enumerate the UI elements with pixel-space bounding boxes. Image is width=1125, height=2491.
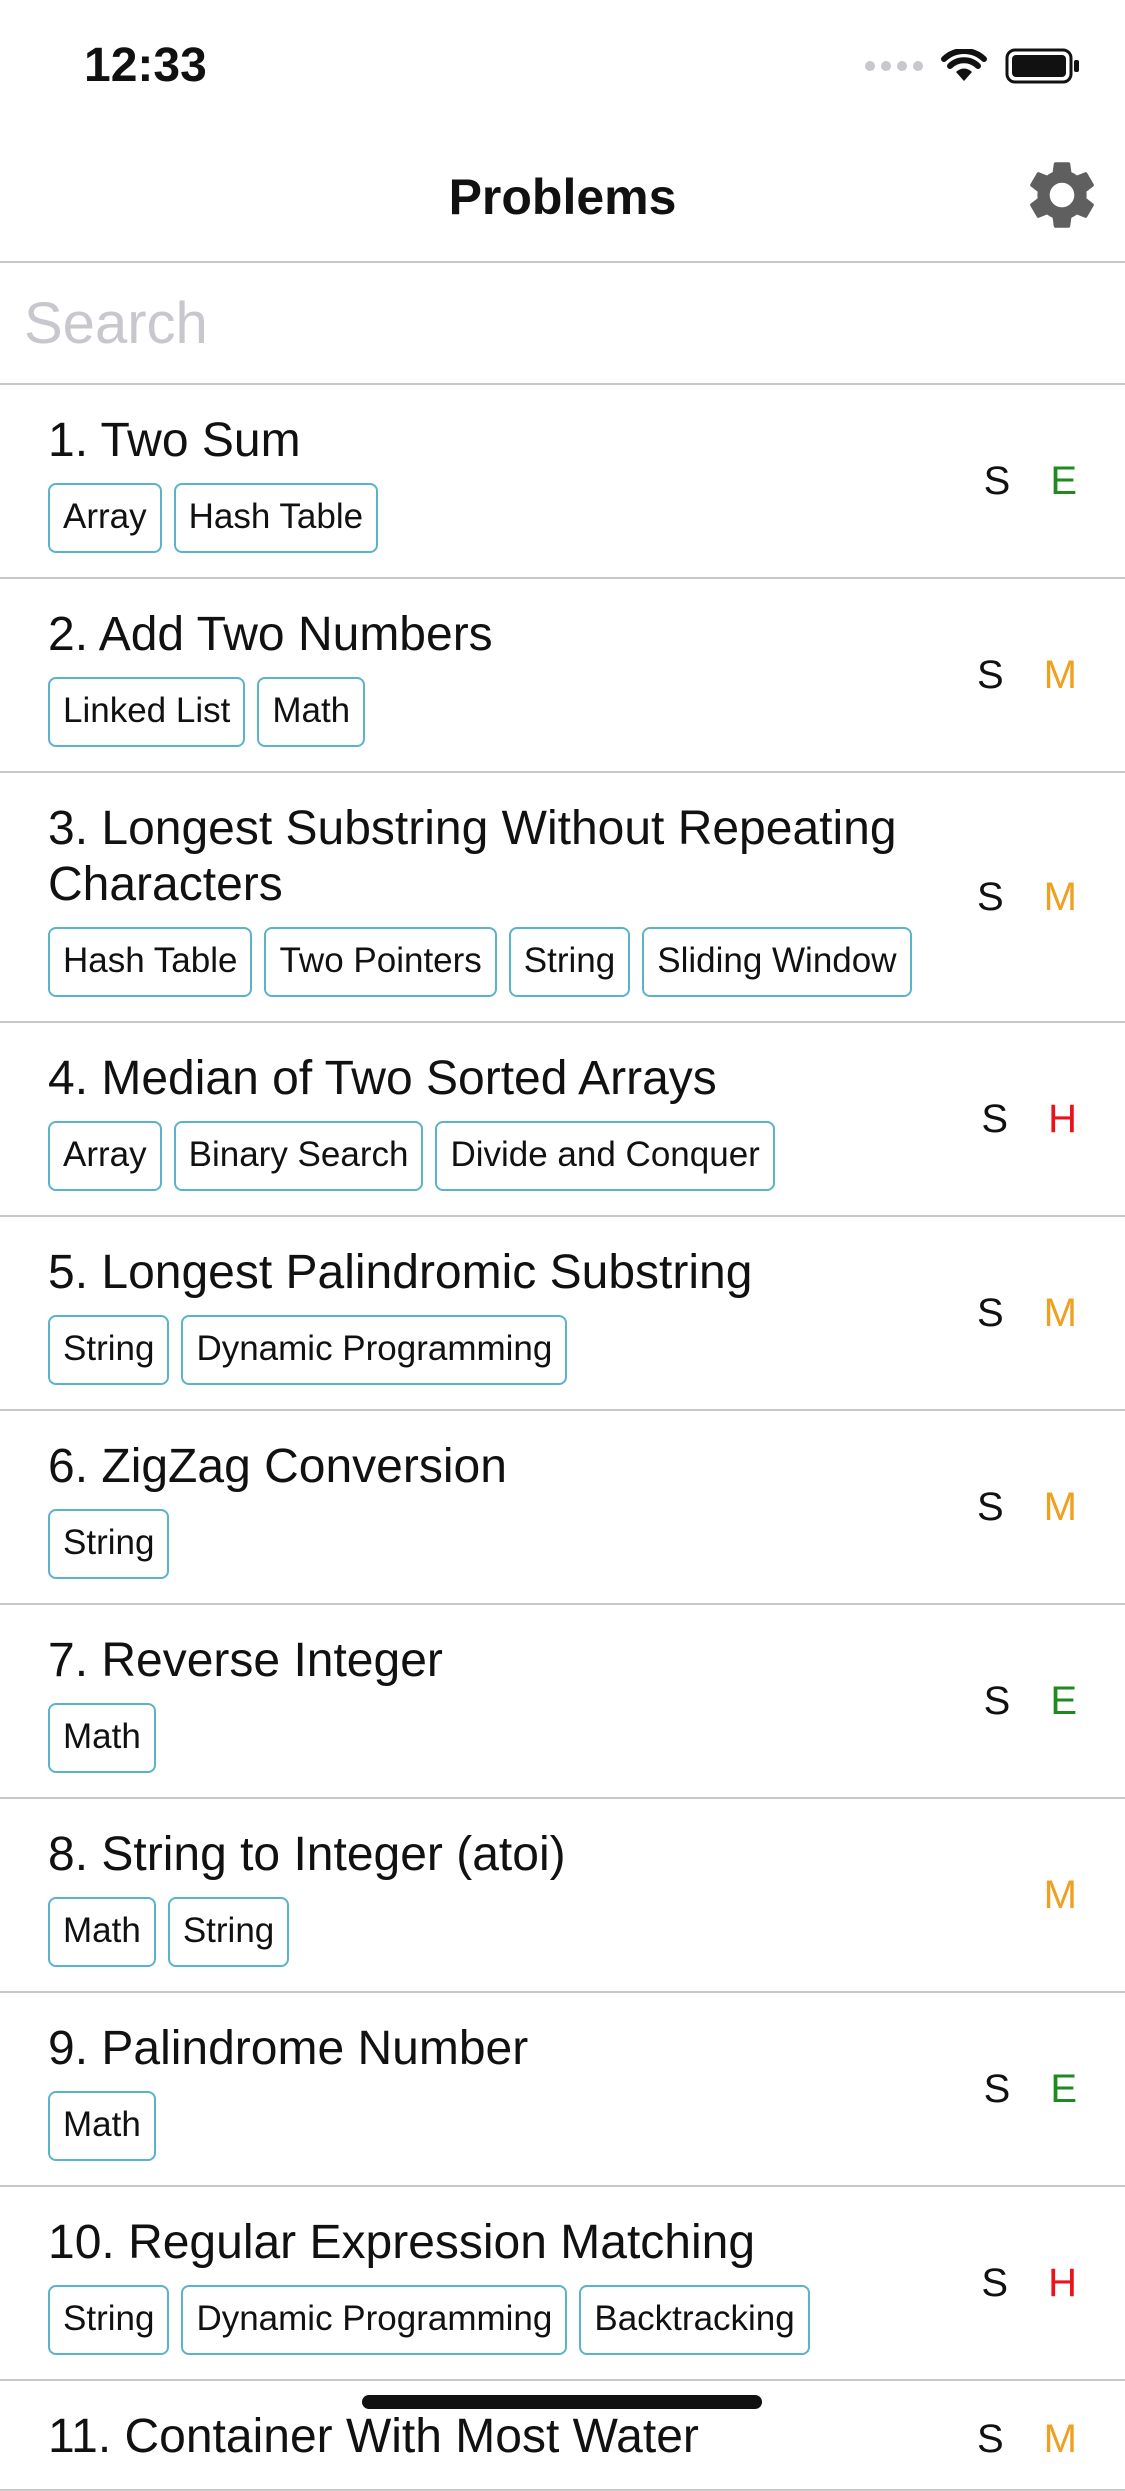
tag-list: Linked List Math — [48, 677, 925, 747]
search-bar — [0, 263, 1125, 385]
problem-title: 5. Longest Palindromic Substring — [48, 1246, 753, 1299]
problem-title: 1. Two Sum — [48, 414, 301, 467]
settings-button[interactable] — [1017, 150, 1107, 240]
topic-tag[interactable]: Sliding Window — [642, 927, 912, 997]
topic-tag[interactable]: Backtracking — [579, 2285, 810, 2355]
problem-status: M — [1004, 1799, 1077, 1991]
solved-indicator: S — [976, 652, 1004, 697]
problem-title: 9. Palindrome Number — [48, 2022, 529, 2075]
topic-tag[interactable]: Two Pointers — [264, 927, 497, 997]
problem-title: 2. Add Two Numbers — [48, 608, 493, 661]
problem-status: SM — [977, 773, 1077, 1021]
problem-title: 7. Reverse Integer — [48, 1634, 443, 1687]
tag-list: Hash Table Two Pointers String Sliding Wind… — [48, 927, 925, 997]
difficulty-indicator: M — [1043, 1872, 1077, 1917]
problem-row[interactable]: 9. Palindrome Number S E Math — [0, 1993, 1125, 2187]
topic-tag[interactable]: Linked List — [48, 677, 246, 747]
difficulty-indicator: E — [1050, 2066, 1077, 2111]
problem-status: SM — [977, 579, 1077, 771]
problem-status: SM — [977, 1411, 1077, 1603]
tag-list: Array Hash Table — [48, 483, 925, 553]
topic-tag[interactable]: Dynamic Programming — [181, 1315, 568, 1385]
navigation-bar: Problems — [0, 132, 1125, 263]
problem-status: SE — [984, 1605, 1077, 1797]
problem-status: SE — [984, 385, 1077, 577]
topic-tag[interactable]: Math — [48, 1703, 156, 1773]
problem-row[interactable]: 4. Median of Two Sorted Arrays S H Array Bin… — [0, 1023, 1125, 1217]
problem-row[interactable]: 1. Two Sum S E Array Hash Table — [0, 385, 1125, 579]
page-title: Problems — [448, 169, 677, 225]
solved-indicator: S — [976, 1484, 1004, 1529]
tag-list: Math — [48, 1703, 925, 1773]
difficulty-indicator: M — [1043, 1484, 1077, 1529]
difficulty-indicator: H — [1048, 1096, 1077, 1141]
topic-tag[interactable]: String — [48, 2285, 170, 2355]
topic-tag[interactable]: String — [167, 1897, 290, 1967]
difficulty-indicator: H — [1048, 2260, 1077, 2305]
problem-row[interactable]: 5. Longest Palindromic Substring S M String… — [0, 1217, 1125, 1411]
problem-title: 10. Regular Expression Matching — [48, 2216, 756, 2269]
home-indicator[interactable] — [362, 2395, 762, 2409]
problem-list: 1. Two Sum S E Array Hash Table 2. Add Two Nu… — [0, 385, 1125, 2491]
topic-tag[interactable]: Math — [257, 677, 366, 747]
topic-tag[interactable]: Hash Table — [48, 927, 253, 997]
status-time: 12:33 — [84, 39, 207, 92]
difficulty-indicator: M — [1043, 1290, 1077, 1335]
problem-row[interactable]: 8. String to Integer (atoi) M Math String — [0, 1799, 1125, 1993]
problem-row[interactable]: 3. Longest Substring Without Repeating C… — [0, 773, 1125, 1023]
tag-list: String Dynamic Programming — [48, 1315, 925, 1385]
tag-list: String — [48, 1509, 925, 1579]
tag-list: Math — [48, 2091, 925, 2161]
tag-list: String Dynamic Programming Backtracking — [48, 2285, 925, 2355]
gear-icon — [1030, 162, 1094, 228]
cellular-signal-icon — [865, 61, 923, 71]
problem-title: 6. ZigZag Conversion — [48, 1440, 507, 1493]
solved-indicator: S — [981, 1096, 1009, 1141]
problem-title: 4. Median of Two Sorted Arrays — [48, 1052, 717, 1105]
topic-tag[interactable]: Math — [48, 1897, 156, 1967]
problem-status: SM — [977, 1217, 1077, 1409]
search-input[interactable] — [24, 281, 1100, 365]
topic-tag[interactable]: Array — [48, 1121, 162, 1191]
problem-row[interactable]: 7. Reverse Integer S E Math — [0, 1605, 1125, 1799]
battery-icon — [1005, 48, 1079, 84]
topic-tag[interactable]: String — [48, 1509, 170, 1579]
topic-tag[interactable]: Divide and Conquer — [435, 1121, 775, 1191]
problem-status: SH — [981, 1023, 1077, 1215]
topic-tag[interactable]: Array — [48, 483, 162, 553]
problem-status: SH — [981, 2187, 1077, 2379]
problem-title: 8. String to Integer (atoi) — [48, 1828, 566, 1881]
problem-row[interactable]: 6. ZigZag Conversion S M String — [0, 1411, 1125, 1605]
problem-status: SE — [984, 1993, 1077, 2185]
solved-indicator: S — [983, 458, 1011, 503]
problem-row[interactable]: 10. Regular Expression Matching S H String D… — [0, 2187, 1125, 2381]
difficulty-indicator: E — [1050, 458, 1077, 503]
solved-indicator: S — [976, 1290, 1004, 1335]
topic-tag[interactable]: Math — [48, 2091, 156, 2161]
solved-indicator: S — [981, 2260, 1009, 2305]
topic-tag[interactable]: String — [508, 927, 631, 997]
difficulty-indicator: M — [1043, 2417, 1077, 2461]
topic-tag[interactable]: Binary Search — [173, 1121, 424, 1191]
problem-row[interactable]: 2. Add Two Numbers S M Linked List Math — [0, 579, 1125, 773]
solved-indicator: S — [983, 1678, 1011, 1723]
difficulty-indicator: E — [1050, 1678, 1077, 1723]
status-bar: 12:33 — [0, 0, 1125, 132]
problem-title: 11. Container With Most Water — [48, 2410, 699, 2463]
difficulty-indicator: M — [1043, 874, 1077, 919]
solved-indicator: S — [976, 2417, 1004, 2461]
topic-tag[interactable]: String — [48, 1315, 170, 1385]
difficulty-indicator: M — [1043, 652, 1077, 697]
tag-list: Array Binary Search Divide and Conquer — [48, 1121, 925, 1191]
topic-tag[interactable]: Dynamic Programming — [181, 2285, 568, 2355]
tag-list: Math String — [48, 1897, 925, 1967]
status-icons — [865, 48, 1081, 84]
solved-indicator: S — [976, 874, 1004, 919]
solved-indicator: S — [983, 2066, 1011, 2111]
topic-tag[interactable]: Hash Table — [173, 483, 379, 553]
problem-title: 3. Longest Substring Without Repeating C… — [48, 802, 897, 911]
problem-status: SM — [977, 2381, 1077, 2489]
wifi-icon — [941, 49, 987, 81]
